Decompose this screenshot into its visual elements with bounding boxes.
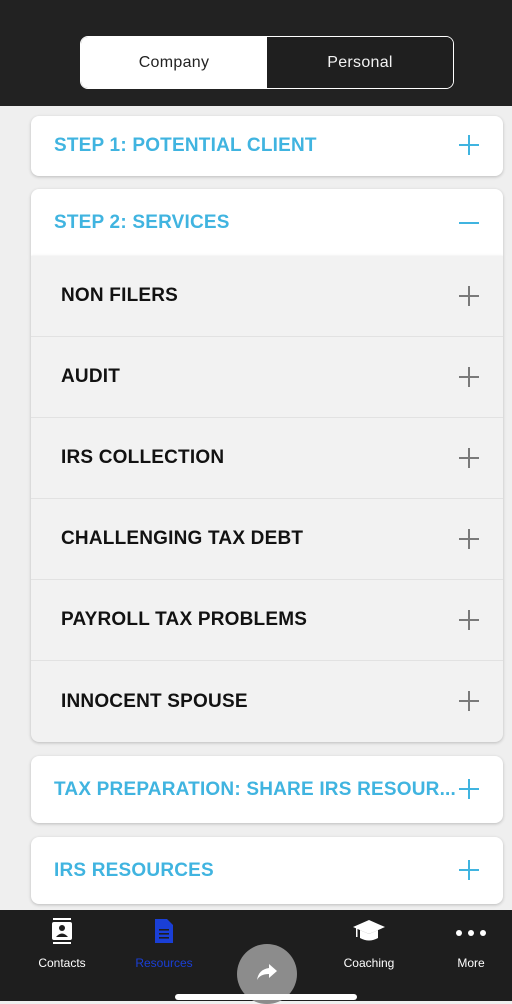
home-indicator xyxy=(175,994,357,1000)
service-label: PAYROLL TAX PROBLEMS xyxy=(61,609,308,630)
section-step2-title: STEP 2: SERVICES xyxy=(54,211,230,233)
list-item-irs-collection[interactable]: IRS COLLECTION xyxy=(31,418,503,499)
more-dots-icon xyxy=(455,924,487,942)
section-tax-preparation-title: TAX PREPARATION: SHARE IRS RESOUR... xyxy=(54,778,457,800)
graduation-cap-icon xyxy=(352,918,386,949)
expand-plus-icon[interactable] xyxy=(459,529,479,549)
expand-plus-icon[interactable] xyxy=(459,691,479,711)
section-step1[interactable]: STEP 1: POTENTIAL CLIENT xyxy=(31,116,503,176)
service-label: NON FILERS xyxy=(61,285,179,306)
section-irs-resources-title: IRS RESOURCES xyxy=(54,859,214,881)
expand-plus-icon[interactable] xyxy=(459,367,479,387)
document-icon xyxy=(154,918,174,949)
company-segment[interactable]: Company xyxy=(81,37,267,88)
collapse-minus-icon[interactable] xyxy=(459,213,479,233)
tab-resources[interactable]: Resources xyxy=(124,910,204,980)
expand-plus-icon[interactable] xyxy=(459,610,479,630)
section-irs-resources[interactable]: IRS RESOURCES xyxy=(31,837,503,904)
list-item-challenging-tax-debt[interactable]: CHALLENGING TAX DEBT xyxy=(31,499,503,580)
tab-more[interactable]: More xyxy=(431,910,511,980)
personal-segment[interactable]: Personal xyxy=(267,37,453,88)
list-item-non-filers[interactable]: NON FILERS xyxy=(31,256,503,337)
tab-coaching[interactable]: Coaching xyxy=(329,910,409,980)
tab-label: Resources xyxy=(135,956,193,970)
expand-plus-icon[interactable] xyxy=(459,286,479,306)
tab-label: More xyxy=(457,956,485,970)
list-item-audit[interactable]: AUDIT xyxy=(31,337,503,418)
section-tax-preparation[interactable]: TAX PREPARATION: SHARE IRS RESOUR... xyxy=(31,756,503,823)
expand-plus-icon[interactable] xyxy=(459,448,479,468)
tab-label: Coaching xyxy=(343,956,395,970)
service-label: IRS COLLECTION xyxy=(61,447,225,468)
service-label: CHALLENGING TAX DEBT xyxy=(61,528,304,549)
contacts-icon xyxy=(51,918,73,949)
list-item-innocent-spouse[interactable]: INNOCENT SPOUSE xyxy=(31,661,503,742)
top-bar: Company Personal xyxy=(0,0,512,106)
expand-plus-icon[interactable] xyxy=(459,135,479,155)
list-item-payroll-tax-problems[interactable]: PAYROLL TAX PROBLEMS xyxy=(31,580,503,661)
expand-plus-icon[interactable] xyxy=(459,860,479,880)
tab-label: Contacts xyxy=(38,956,86,970)
section-step1-title: STEP 1: POTENTIAL CLIENT xyxy=(54,135,317,156)
services-list: NON FILERS AUDIT IRS COLLECTION CHALLENG… xyxy=(31,256,503,742)
service-label: AUDIT xyxy=(61,366,121,387)
service-label: INNOCENT SPOUSE xyxy=(61,690,248,712)
tab-contacts[interactable]: Contacts xyxy=(22,910,102,980)
expand-plus-icon[interactable] xyxy=(459,779,479,799)
company-personal-toggle: Company Personal xyxy=(80,36,454,89)
share-arrow-icon xyxy=(256,963,278,986)
section-step2[interactable]: STEP 2: SERVICES xyxy=(31,189,503,256)
